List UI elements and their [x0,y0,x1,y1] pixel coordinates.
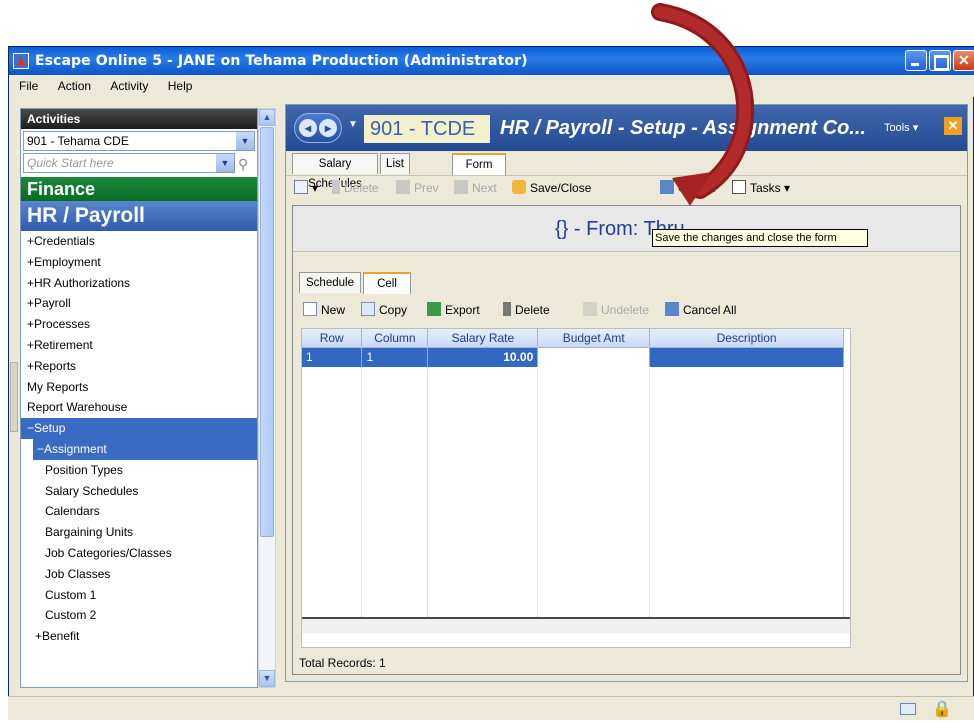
annotation-arrow [651,3,755,206]
